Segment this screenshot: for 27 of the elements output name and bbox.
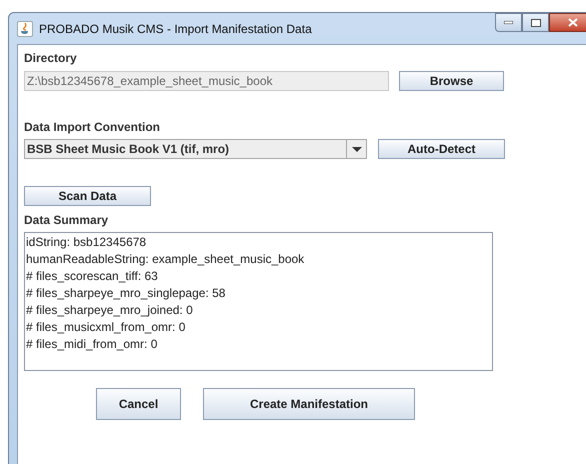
create-manifestation-button[interactable]: Create Manifestation: [203, 388, 415, 420]
java-cup-icon: [17, 20, 33, 36]
summary-line: # files_sharpeye_mro_singlepage: 58: [26, 285, 226, 302]
window-title: PROBADO Musik CMS - Import Manifestation Data: [39, 20, 312, 38]
summary-line: # files_midi_from_omr: 0: [26, 336, 158, 353]
directory-label: Directory: [24, 51, 78, 65]
cancel-button[interactable]: Cancel: [96, 388, 181, 420]
minimize-button[interactable]: [495, 13, 522, 32]
convention-dropdown[interactable]: BSB Sheet Music Book V1 (tif, mro): [24, 139, 367, 159]
summary-line: # files_musicxml_from_omr: 0: [26, 319, 186, 336]
summary-line: idString: bsb12345678: [26, 234, 148, 251]
summary-line: # files_scorescan_tiff: 63: [26, 268, 159, 285]
browse-button[interactable]: Browse: [399, 71, 504, 91]
dropdown-arrow-icon: [352, 146, 362, 152]
close-icon: [568, 18, 578, 27]
minimize-icon: [504, 21, 513, 24]
summary-line: humanReadableString: example_sheet_music_book: [26, 251, 306, 268]
summary-line: # files_sharpeye_mro_joined: 0: [26, 302, 194, 319]
scan-data-button[interactable]: Scan Data: [24, 186, 151, 206]
directory-field[interactable]: Z:\bsb12345678_example_sheet_music_book: [24, 71, 389, 91]
maximize-button[interactable]: [522, 13, 549, 32]
auto-detect-button[interactable]: Auto-Detect: [378, 139, 505, 159]
summary-text-area[interactable]: [24, 232, 493, 371]
summary-label: Data Summary: [24, 213, 110, 227]
maximize-icon: [530, 18, 540, 26]
close-button[interactable]: [549, 13, 586, 32]
convention-label: Data Import Convention: [24, 120, 162, 134]
